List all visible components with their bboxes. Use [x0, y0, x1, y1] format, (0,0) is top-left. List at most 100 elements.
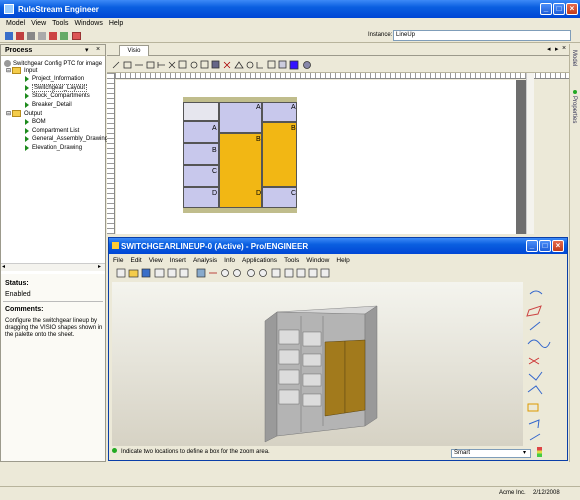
- menu-view[interactable]: View: [31, 20, 46, 27]
- tree-item[interactable]: Switchgear_Layout: [25, 84, 88, 92]
- instance-select[interactable]: LineUp: [393, 30, 571, 41]
- tree-item-label: BOM: [32, 119, 46, 125]
- proe-menu-view[interactable]: View: [149, 257, 163, 264]
- pin-icon[interactable]: ▾: [85, 46, 89, 54]
- filter-dropdown-icon[interactable]: ▾: [523, 449, 526, 456]
- process-panel-header: Process ▾ ×: [1, 45, 105, 56]
- toolbar-icon-4[interactable]: [38, 32, 46, 40]
- breaker-unit: [278, 389, 300, 405]
- menu-model[interactable]: Model: [6, 20, 25, 27]
- breaker-unit: [302, 331, 322, 347]
- new-icon: [116, 268, 126, 278]
- menu-tools[interactable]: Tools: [52, 20, 68, 27]
- proe-menu-file[interactable]: File: [113, 257, 123, 264]
- app-icon: [4, 4, 14, 14]
- open-icon[interactable]: [16, 32, 24, 40]
- proe-menu-window[interactable]: Window: [306, 257, 329, 264]
- orange-door: [344, 339, 366, 414]
- save-icon: [211, 60, 220, 69]
- datum-plane-icon: [529, 290, 543, 295]
- proe-menu-help[interactable]: Help: [336, 257, 349, 264]
- proe-title: SWITCHGEARLINEUP-0 (Active) - Pro/ENGINE…: [121, 241, 309, 251]
- folder-icon: [12, 67, 22, 74]
- proe-maximize-icon[interactable]: □: [539, 240, 551, 252]
- proe-close-icon[interactable]: ×: [552, 240, 564, 252]
- tree-output-folder[interactable]: ⊟ Output: [6, 110, 42, 117]
- compartment-label: D: [256, 190, 262, 197]
- lineup-drawing[interactable]: A A A A B B B C C D D: [183, 97, 297, 215]
- compartment[interactable]: [183, 102, 219, 121]
- menu-windows[interactable]: Windows: [74, 20, 102, 27]
- proe-minimize-icon[interactable]: _: [526, 240, 538, 252]
- filter-select[interactable]: Smart: [451, 449, 531, 458]
- tree-item[interactable]: Compartment List: [25, 128, 79, 134]
- tree-item-label: Project_Information: [32, 76, 85, 82]
- save-icon: [141, 268, 151, 278]
- maximize-icon[interactable]: □: [553, 3, 565, 15]
- play-icon: [25, 93, 29, 99]
- proe-right-toolbar[interactable]: [524, 284, 564, 446]
- collapse-icon[interactable]: ⊟: [6, 110, 11, 117]
- save-icon[interactable]: [5, 32, 13, 40]
- proe-menu-info[interactable]: Info: [224, 257, 235, 264]
- extrude-icon: [528, 419, 540, 429]
- proe-menu-analysis[interactable]: Analysis: [193, 257, 217, 264]
- datum-plane-tool-icon: [526, 305, 542, 317]
- date-text: 2/12/2008: [533, 490, 560, 496]
- scroll-left-icon[interactable]: ◂: [2, 263, 5, 270]
- toolbar-icon-3[interactable]: [27, 32, 35, 40]
- proe-menu-insert[interactable]: Insert: [170, 257, 186, 264]
- compartment-label: A: [291, 104, 296, 111]
- side-tab-properties[interactable]: Properties: [571, 96, 577, 123]
- toolbar-icon-6[interactable]: [60, 32, 68, 40]
- visio-vertical-scrollbar[interactable]: [526, 73, 534, 234]
- toolbar-icon-5[interactable]: [49, 32, 57, 40]
- play-icon: [25, 102, 29, 108]
- process-panel: Process ▾ × Switchgear Config PTC for im…: [0, 44, 108, 462]
- proe-menu-applications[interactable]: Applications: [242, 257, 277, 264]
- proe-menu-edit[interactable]: Edit: [130, 257, 141, 264]
- minimize-icon[interactable]: _: [540, 3, 552, 15]
- horizontal-scrollbar[interactable]: ◂ ▸: [1, 263, 105, 271]
- tree-item[interactable]: Elevation_Drawing: [25, 145, 82, 151]
- visio-canvas[interactable]: [116, 80, 516, 234]
- toolbar-icon-7[interactable]: [72, 32, 81, 40]
- proe-toolbar[interactable]: [115, 267, 375, 279]
- tree-input-folder[interactable]: ⊟ Input: [6, 67, 37, 74]
- proe-graphics-area[interactable]: [112, 282, 523, 446]
- tab-nav-left-icon[interactable]: ◂: [547, 45, 551, 53]
- close-icon[interactable]: ×: [566, 3, 578, 15]
- tree-item-label: Breaker_Detail: [32, 102, 72, 108]
- proe-menu-tools[interactable]: Tools: [284, 257, 299, 264]
- zoom-icon: [190, 61, 198, 69]
- tree-item[interactable]: Stock_Compartments: [25, 93, 90, 99]
- play-icon: [25, 145, 29, 151]
- collapse-icon[interactable]: ⊟: [6, 67, 11, 74]
- side-tab-model[interactable]: Model: [571, 50, 577, 66]
- tab-close-icon[interactable]: ×: [562, 45, 566, 52]
- panel-close-icon[interactable]: ×: [96, 46, 100, 53]
- visio-toolbar-icons[interactable]: [111, 60, 331, 70]
- company-text: Acme Inc.: [499, 490, 526, 496]
- scroll-right-icon[interactable]: ▸: [98, 263, 101, 270]
- breaker-unit: [302, 393, 322, 407]
- compartment-label: A: [212, 125, 217, 132]
- triangle-icon: [234, 61, 244, 69]
- tree-item[interactable]: Project_Information: [25, 76, 84, 82]
- tree-root[interactable]: Switchgear Config PTC for image: [4, 60, 102, 67]
- menu-help[interactable]: Help: [109, 20, 123, 27]
- tree-item[interactable]: BOM: [25, 119, 46, 125]
- tree-item[interactable]: Breaker_Detail: [25, 102, 72, 108]
- instance-label: Instance:: [368, 32, 393, 38]
- proe-title-bar: SWITCHGEARLINEUP-0 (Active) - Pro/ENGINE…: [109, 238, 567, 254]
- tab-visio[interactable]: Visio: [119, 45, 149, 56]
- main-toolbar: Instance: LineUp: [0, 29, 580, 43]
- tab-nav-right-icon[interactable]: ▸: [555, 45, 559, 53]
- left-ruler: [107, 73, 115, 234]
- hint-text: Indicate two locations to define a box f…: [120, 449, 270, 455]
- csys-icon: [528, 371, 543, 381]
- tree-item[interactable]: General_Assembly_Drawing: [25, 136, 108, 142]
- zoom-in-icon: [247, 269, 255, 277]
- switchgear-3d-model[interactable]: [257, 296, 387, 446]
- play-icon: [25, 76, 29, 82]
